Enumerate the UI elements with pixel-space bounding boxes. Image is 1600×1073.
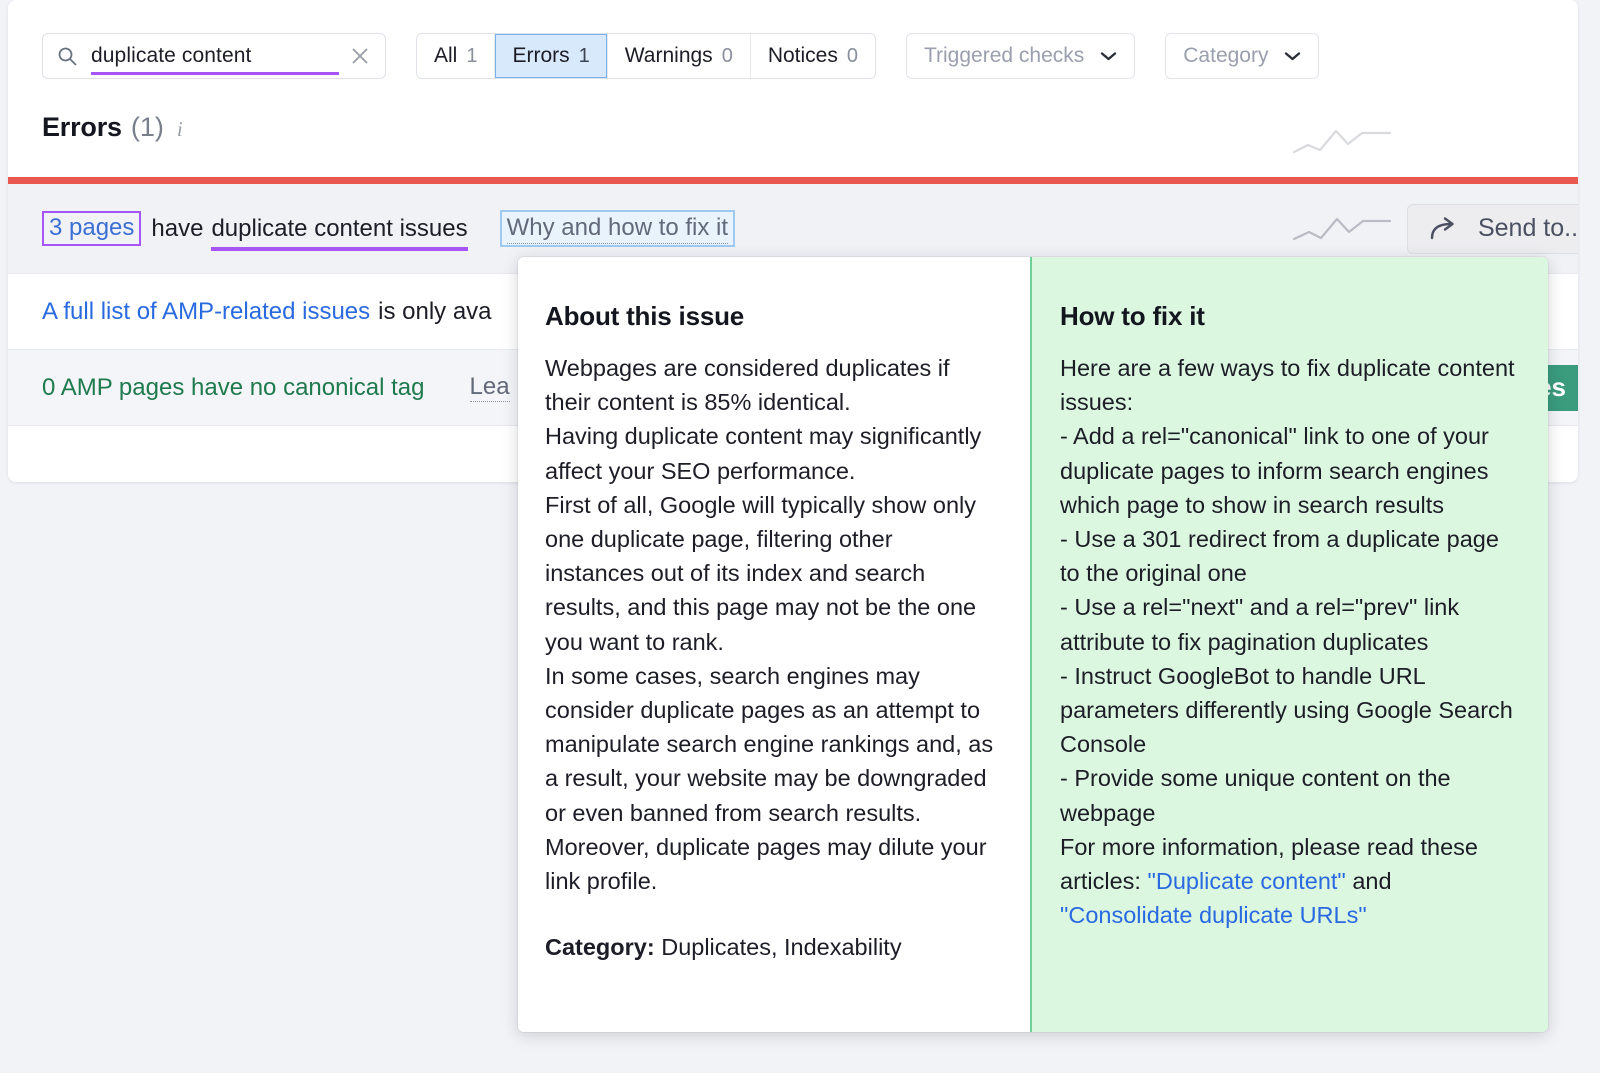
category-label: Category	[1183, 44, 1268, 68]
about-paragraph: First of all, Google will typically show…	[545, 488, 997, 659]
tab-all[interactable]: All 1	[417, 34, 495, 78]
chevron-down-icon	[1100, 51, 1117, 61]
tab-warnings-count: 0	[722, 45, 733, 68]
amp-issues-link[interactable]: A full list of AMP-related issues	[42, 298, 370, 326]
howto-conjunction: and	[1352, 868, 1391, 894]
tab-errors-label: Errors	[512, 44, 569, 68]
site-audit-issues-page: duplicate content All 1 Errors 1 Warn	[0, 0, 1600, 1073]
tab-all-count: 1	[466, 45, 477, 68]
howto-bullet: - Add a rel="canonical" link to one of y…	[1060, 419, 1518, 522]
section-count: (1)	[131, 112, 164, 143]
category-line: Category: Duplicates, Indexability	[545, 934, 997, 961]
share-arrow-icon	[1430, 217, 1460, 241]
about-paragraph: In some cases, search engines may consid…	[545, 659, 997, 830]
howto-bullet: - Use a 301 redirect from a duplicate pa…	[1060, 522, 1518, 590]
search-icon	[57, 46, 77, 66]
section-header: Errors (1) i	[42, 112, 183, 143]
why-and-how-to-fix-label: Why and how to fix it	[507, 214, 728, 244]
tab-notices-label: Notices	[768, 44, 838, 68]
howto-heading: How to fix it	[1060, 301, 1518, 332]
about-paragraph: Having duplicate content may significant…	[545, 419, 997, 487]
send-to-label: Send to...	[1478, 214, 1578, 243]
howto-bullet: - Instruct GoogleBot to handle URL param…	[1060, 659, 1518, 762]
category-line-label: Category:	[545, 934, 655, 960]
send-to-button[interactable]: Send to...	[1407, 204, 1578, 254]
about-paragraph: Webpages are considered duplicates if th…	[545, 351, 997, 419]
triggered-checks-dropdown[interactable]: Triggered checks	[906, 33, 1135, 79]
search-value[interactable]: duplicate content	[91, 44, 343, 68]
about-body: Webpages are considered duplicates if th…	[545, 351, 997, 898]
filters-toolbar: duplicate content All 1 Errors 1 Warn	[8, 0, 1578, 112]
issue-name: duplicate content issues	[211, 215, 467, 243]
search-input[interactable]: duplicate content	[42, 33, 386, 79]
learn-more-link[interactable]: Lea	[470, 373, 510, 402]
row-sparkline-icon	[1292, 207, 1392, 251]
amp-canonical-label: 0 AMP pages have no canonical tag	[42, 374, 425, 402]
page-title: Errors	[42, 112, 122, 143]
tab-notices[interactable]: Notices 0	[751, 34, 875, 78]
pages-count-link[interactable]: 3 pages	[42, 211, 141, 245]
about-heading: About this issue	[545, 301, 997, 332]
tab-errors-count: 1	[579, 45, 590, 68]
severity-tabs: All 1 Errors 1 Warnings 0 Notices 0	[416, 33, 876, 79]
amp-issues-rest: is only ava	[378, 298, 491, 326]
issue-help-tooltip: About this issue Webpages are considered…	[518, 257, 1548, 1032]
consolidate-duplicate-urls-article-link[interactable]: "Consolidate duplicate URLs"	[1060, 902, 1367, 928]
how-to-fix-panel: How to fix it Here are a few ways to fix…	[1030, 257, 1548, 1032]
tab-notices-count: 0	[847, 45, 858, 68]
info-icon[interactable]: i	[177, 117, 183, 142]
howto-bullet: - Use a rel="next" and a rel="prev" link…	[1060, 590, 1518, 658]
tab-warnings-label: Warnings	[625, 44, 713, 68]
about-paragraph: Moreover, duplicate pages may dilute you…	[545, 830, 997, 898]
duplicate-content-article-link[interactable]: "Duplicate content"	[1148, 868, 1346, 894]
howto-intro: Here are a few ways to fix duplicate con…	[1060, 351, 1518, 419]
why-and-how-to-fix-link[interactable]: Why and how to fix it	[500, 210, 735, 247]
about-this-issue-panel: About this issue Webpages are considered…	[518, 257, 1030, 1032]
chevron-down-icon	[1284, 51, 1301, 61]
triggered-checks-label: Triggered checks	[924, 44, 1084, 68]
tab-errors[interactable]: Errors 1	[495, 34, 607, 78]
close-icon[interactable]	[349, 45, 371, 67]
issue-middle-text: have	[151, 215, 203, 243]
tab-all-label: All	[434, 44, 457, 68]
header-sparkline-icon	[1292, 118, 1392, 162]
category-dropdown[interactable]: Category	[1165, 33, 1319, 79]
category-line-value: Duplicates, Indexability	[661, 934, 901, 960]
tab-warnings[interactable]: Warnings 0	[608, 34, 751, 78]
howto-body: Here are a few ways to fix duplicate con…	[1060, 351, 1518, 932]
severity-divider	[8, 177, 1578, 184]
issue-title: 3 pages have duplicate content issues	[42, 211, 468, 245]
howto-bullet: - Provide some unique content on the web…	[1060, 761, 1518, 829]
howto-more: For more information, please read these …	[1060, 830, 1518, 933]
